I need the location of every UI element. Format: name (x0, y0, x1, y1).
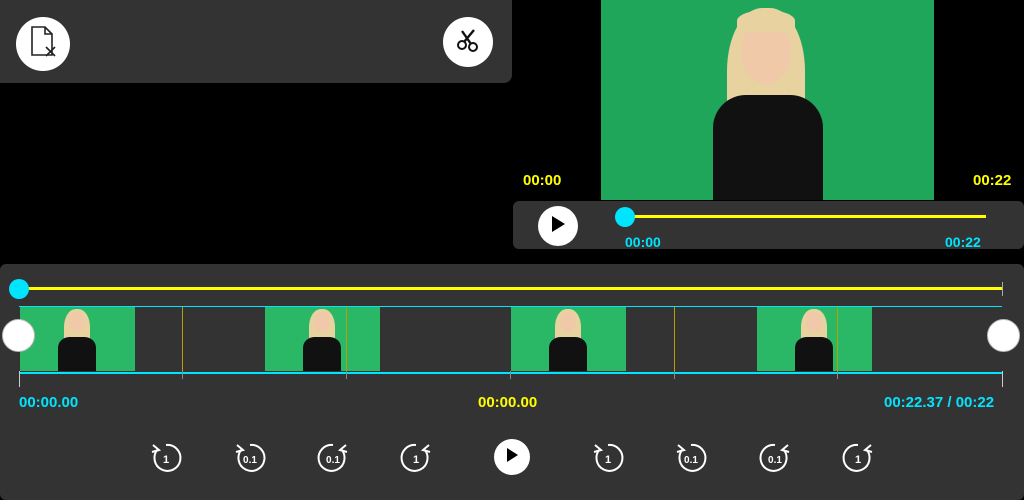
filmstrip-divider (182, 307, 183, 371)
timeline-scrub-track[interactable] (19, 287, 1002, 290)
control-label: 1 (163, 454, 169, 466)
timeline-current-time: 00:00.00 (478, 394, 538, 411)
forward-1-icon: 1 (399, 443, 433, 479)
seek-track[interactable] (625, 215, 986, 218)
timeline-tick (182, 371, 183, 379)
control-label: 1 (413, 454, 419, 466)
trim-start-time: 00:00.00 (19, 394, 79, 411)
trim-start-handle[interactable] (2, 319, 35, 352)
trim-end-time: 00:22.37 / 00:22 (884, 394, 995, 411)
video-start-time: 00:00 (523, 172, 562, 189)
timeline-tick (346, 371, 347, 379)
forward-0.1-icon: 0.1 (316, 443, 350, 479)
forward-1s-button[interactable]: 1 (841, 441, 875, 475)
timeline-tick (19, 371, 20, 387)
timeline-playhead[interactable] (9, 279, 29, 299)
play-icon (505, 447, 519, 468)
forward-0.1s-button[interactable]: 0.1 (758, 441, 792, 475)
cut-button[interactable] (443, 17, 493, 67)
play-icon (550, 215, 566, 238)
control-label: 0.1 (243, 455, 257, 466)
rewind-0.1-icon: 0.1 (233, 443, 267, 479)
rewind-0.1-icon: 0.1 (674, 443, 708, 479)
control-label: 0.1 (326, 455, 340, 466)
timeline-tick (674, 371, 675, 379)
rewind-1-icon: 1 (149, 443, 183, 479)
file-remove-icon (28, 25, 58, 64)
timeline-tick (837, 371, 838, 379)
trim-end-handle[interactable] (987, 319, 1020, 352)
video-end-time: 00:22 (973, 172, 1012, 189)
filmstrip-thumbnail (757, 307, 872, 371)
forward-0.1-icon: 0.1 (758, 443, 792, 479)
rewind-1s-button[interactable]: 1 (149, 441, 183, 475)
filmstrip-thumbnail (20, 307, 135, 371)
top-toolbar (0, 0, 512, 83)
control-label: 0.1 (684, 455, 698, 466)
forward-1s-button[interactable]: 1 (399, 441, 433, 475)
seek-thumb[interactable] (615, 207, 635, 227)
forward-0.1s-button[interactable]: 0.1 (316, 441, 350, 475)
timeline-tick (1002, 371, 1003, 387)
control-label: 0.1 (768, 455, 782, 466)
filmstrip-thumbnail (511, 307, 626, 371)
filmstrip-divider (346, 307, 347, 371)
rewind-1-icon: 1 (591, 443, 625, 479)
video-preview[interactable] (601, 0, 934, 200)
filmstrip-divider (674, 307, 675, 371)
control-label: 1 (605, 454, 611, 466)
filmstrip-divider (837, 307, 838, 371)
scissors-icon (454, 26, 482, 59)
filmstrip-thumbnail (265, 307, 380, 371)
rewind-0.1s-button[interactable]: 0.1 (233, 441, 267, 475)
player-duration: 00:22 (945, 234, 981, 250)
control-label: 1 (855, 454, 861, 466)
remove-file-button[interactable] (16, 17, 70, 71)
forward-1-icon: 1 (841, 443, 875, 479)
rewind-1s-button[interactable]: 1 (591, 441, 625, 475)
play-button[interactable] (538, 206, 578, 246)
player-current-time: 00:00 (625, 234, 661, 250)
timeline-end-marker (1002, 282, 1003, 296)
rewind-0.1s-button[interactable]: 0.1 (674, 441, 708, 475)
timeline-tick (510, 371, 511, 379)
timeline-play-button[interactable] (494, 439, 530, 475)
